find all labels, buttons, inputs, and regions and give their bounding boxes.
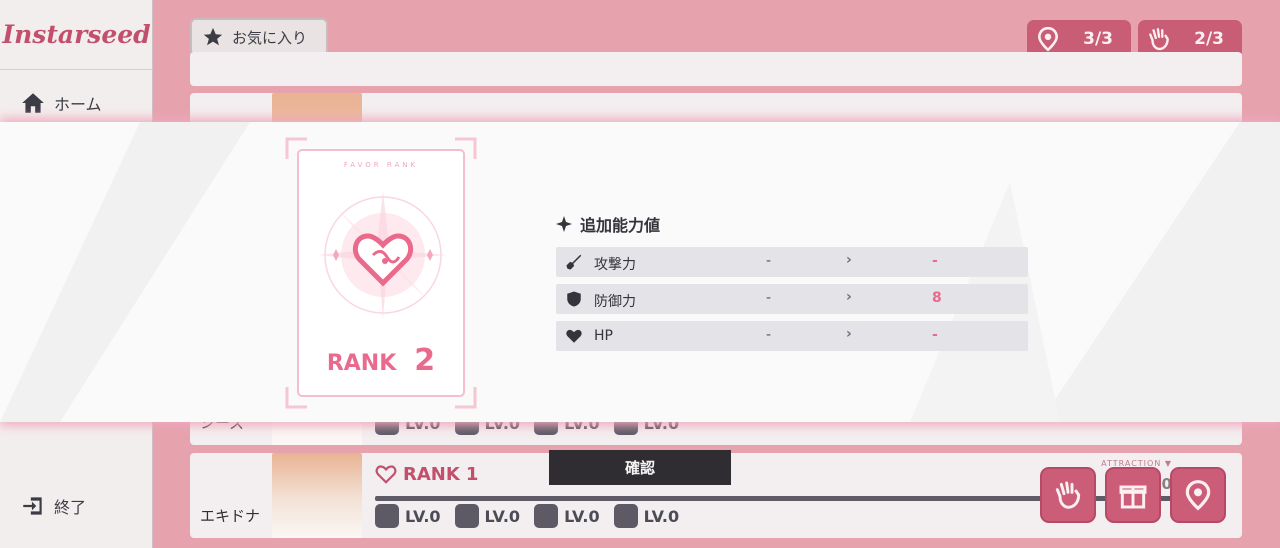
target-icon <box>534 504 559 528</box>
stat-before: - <box>766 290 772 306</box>
boot-icon <box>613 504 638 528</box>
gift-icon <box>1119 485 1147 509</box>
favor-rank-label: FAVOR RANK <box>343 161 419 169</box>
stat-row-hp: HP - › - <box>556 321 1028 351</box>
level-item: LV.0 <box>454 504 520 528</box>
bonus-stats-panel: 追加能力値 攻撃力 - › - 防御力 - › 8 HP - › - <box>556 212 1028 358</box>
chevron-right-icon: › <box>846 289 852 305</box>
stats-title: 追加能力値 <box>580 216 661 235</box>
sword-icon <box>566 254 582 270</box>
wave-counter-value: 2/3 <box>1194 29 1224 49</box>
chevron-right-icon: › <box>846 252 852 268</box>
level-item: LV.0 <box>613 504 679 528</box>
stat-label: 攻撃力 <box>594 257 636 273</box>
stat-after: 8 <box>932 290 942 306</box>
level-item: LV.0 <box>534 504 600 528</box>
favorites-label: お気に入り <box>232 28 308 47</box>
location-button[interactable] <box>1170 467 1226 523</box>
stat-after: - <box>932 253 938 269</box>
wave-button[interactable] <box>1040 467 1096 523</box>
stats-header: 追加能力値 <box>556 212 1028 236</box>
chevron-right-icon: › <box>846 326 852 342</box>
rank-word: RANK <box>326 351 397 376</box>
rank-up-modal: FAVOR RANK RANK 2 追加能力値 攻撃力 - › - 防御力 - … <box>0 122 1280 422</box>
stat-label: 防御力 <box>594 294 636 310</box>
level-item: LV.0 <box>375 504 441 528</box>
exit-icon <box>23 497 42 515</box>
location-pin-icon <box>1185 480 1211 511</box>
sidebar-item-label: 終了 <box>54 498 87 517</box>
card-actions <box>1040 467 1226 523</box>
location-pin-icon <box>1038 26 1058 52</box>
skill-icon <box>375 504 399 528</box>
character-portrait <box>272 453 362 538</box>
star-icon <box>203 27 223 46</box>
character-name: エキドナ <box>200 507 261 525</box>
heart-icon <box>375 465 397 484</box>
favor-rank-card: FAVOR RANK RANK 2 <box>285 137 477 409</box>
rank-heart-emblem <box>319 191 447 319</box>
wave-hand-icon <box>1055 481 1081 509</box>
confirm-button[interactable]: 確認 <box>549 450 731 485</box>
stat-label: HP <box>594 328 613 344</box>
wave-hand-icon <box>1149 28 1169 51</box>
stat-before: - <box>766 327 772 343</box>
skill-icon <box>454 504 479 528</box>
sidebar-item-home[interactable]: ホーム <box>20 90 102 116</box>
stat-row-defense: 防御力 - › 8 <box>556 284 1028 314</box>
home-icon <box>22 93 44 113</box>
stat-row-attack: 攻撃力 - › - <box>556 247 1028 277</box>
sidebar-item-label: ホーム <box>54 95 102 114</box>
rank-card-face: FAVOR RANK RANK 2 <box>297 149 465 397</box>
rank-value: 2 <box>414 343 436 378</box>
level-row: LV.0 LV.0 LV.0 LV.0 <box>375 504 679 528</box>
rank-text: RANK 2 <box>299 343 463 378</box>
sparkle-icon <box>556 216 572 232</box>
heart-icon <box>566 329 582 343</box>
sidebar-item-exit[interactable]: 終了 <box>20 493 86 519</box>
shield-icon <box>567 291 581 307</box>
character-card-partial[interactable] <box>190 52 1242 86</box>
stat-after: - <box>932 327 938 343</box>
stat-before: - <box>766 253 772 269</box>
rank-line: RANK 1 <box>375 463 478 485</box>
favorites-button[interactable]: お気に入り <box>190 18 328 56</box>
gift-button[interactable] <box>1105 467 1161 523</box>
app-logo: Instarseed <box>0 0 153 70</box>
location-counter-value: 3/3 <box>1083 29 1113 49</box>
